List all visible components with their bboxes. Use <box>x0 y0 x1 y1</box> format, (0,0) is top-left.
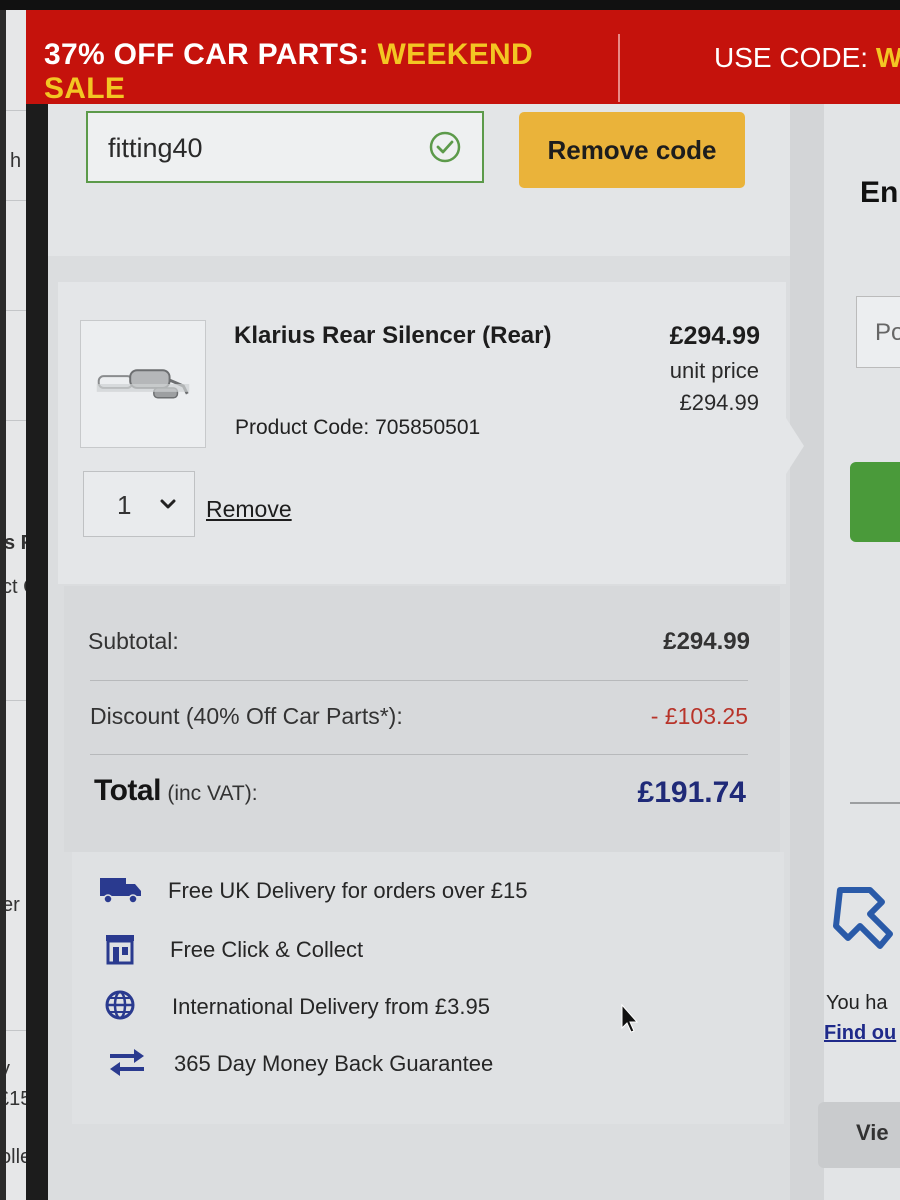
divider <box>6 1030 26 1031</box>
product-code-label: Product Code: <box>235 416 370 439</box>
unit-price-value: £294.99 <box>679 390 759 415</box>
benefit-text: Free Click & Collect <box>170 937 364 962</box>
divider <box>6 420 26 421</box>
divider <box>850 802 900 804</box>
promo-code-input[interactable]: fitting40 <box>86 111 484 183</box>
remove-code-button[interactable]: Remove code <box>519 112 745 188</box>
bg-text-fragment: er - U <box>6 894 26 916</box>
subtotal-label: Subtotal: <box>88 628 179 654</box>
benefit-item: International Delivery from £3.95 <box>98 988 698 1028</box>
wrench-icon <box>833 887 893 949</box>
store-icon <box>106 935 134 965</box>
divider <box>6 200 26 201</box>
promo-code-label: USE CODE: <box>714 42 869 73</box>
bg-input-placeholder: Po <box>875 319 900 346</box>
quantity-select[interactable]: 1 <box>83 471 195 537</box>
benefit-item: 365 Day Money Back Guarantee <box>98 1045 698 1085</box>
bg-text-fragment: ollect <box>6 1146 26 1168</box>
chevron-down-icon <box>160 499 176 509</box>
divider <box>6 700 26 701</box>
bg-view-button-label: Vie <box>856 1120 889 1145</box>
promo-headline-text: 37% OFF CAR PARTS: <box>44 38 369 71</box>
bg-info-text: You ha <box>826 992 888 1014</box>
subtotal-row: Subtotal: £294.99 <box>88 628 750 655</box>
mouse-cursor-icon <box>621 1004 639 1033</box>
bg-text-fragment: £15 <box>6 1088 26 1110</box>
benefit-text: 365 Day Money Back Guarantee <box>174 1051 494 1076</box>
benefit-item: Free UK Delivery for orders over £15 <box>98 872 698 912</box>
monitor-bezel-top <box>0 0 900 10</box>
bg-text-fragment: ct C <box>6 576 26 598</box>
total-value: £191.74 <box>637 776 746 809</box>
promo-code: USE CODE: W <box>714 42 900 74</box>
globe-icon <box>105 990 135 1020</box>
check-circle-icon <box>429 131 461 163</box>
card-pointer <box>786 418 804 474</box>
discount-value: - £103.25 <box>650 703 748 729</box>
bg-text-fragment: h <box>10 150 22 172</box>
promo-code-input-value: fitting40 <box>108 133 203 163</box>
product-code-value: 705850501 <box>375 416 481 439</box>
bg-view-button[interactable]: Vie <box>818 1102 900 1168</box>
promo-divider <box>618 34 620 102</box>
benefit-item: Free Click & Collect <box>98 931 698 971</box>
discount-label: Discount (40% Off Car Parts*): <box>90 703 403 729</box>
benefit-text: International Delivery from £3.95 <box>172 994 490 1019</box>
delivery-truck-icon <box>100 878 141 904</box>
divider <box>90 754 748 755</box>
line-price: £294.99 <box>669 322 760 350</box>
bg-heading: En <box>860 176 899 209</box>
promo-headline: 37% OFF CAR PARTS: WEEKEND SALE <box>44 38 564 104</box>
product-code: Product Code: 705850501 <box>235 416 480 440</box>
exhaust-silencer-image <box>96 369 190 399</box>
quantity-value: 1 <box>117 490 132 520</box>
bg-text-fragment: y <box>6 1058 10 1081</box>
bg-input-field[interactable]: Po <box>856 296 900 368</box>
bg-checkout-button[interactable] <box>850 462 900 542</box>
total-vat-label: (inc VAT): <box>167 782 258 805</box>
divider <box>6 310 26 311</box>
benefit-text: Free UK Delivery for orders over £15 <box>168 878 528 903</box>
background-gutter <box>790 104 824 1200</box>
product-name[interactable]: Klarius Rear Silencer (Rear) <box>234 322 551 350</box>
bg-text-fragment: s R <box>6 532 26 554</box>
discount-row: Discount (40% Off Car Parts*): - £103.25 <box>90 703 748 730</box>
bg-find-out-link[interactable]: Find ou <box>824 1022 896 1045</box>
product-thumbnail[interactable] <box>80 320 206 448</box>
total-label: Total <box>94 774 161 807</box>
background-page-left: h s R ct C er - U y £15 ollect <box>6 10 26 1200</box>
divider <box>90 680 748 681</box>
remove-item-link[interactable]: Remove <box>206 496 292 523</box>
promo-code-value: W <box>875 42 900 73</box>
total-row: Total (inc VAT): £191.74 <box>94 774 746 809</box>
divider <box>6 110 26 111</box>
exchange-arrows-icon <box>110 1049 144 1076</box>
unit-price-label: unit price <box>669 358 759 383</box>
subtotal-value: £294.99 <box>663 628 750 655</box>
promo-banner[interactable]: 37% OFF CAR PARTS: WEEKEND SALE USE CODE… <box>26 10 900 104</box>
